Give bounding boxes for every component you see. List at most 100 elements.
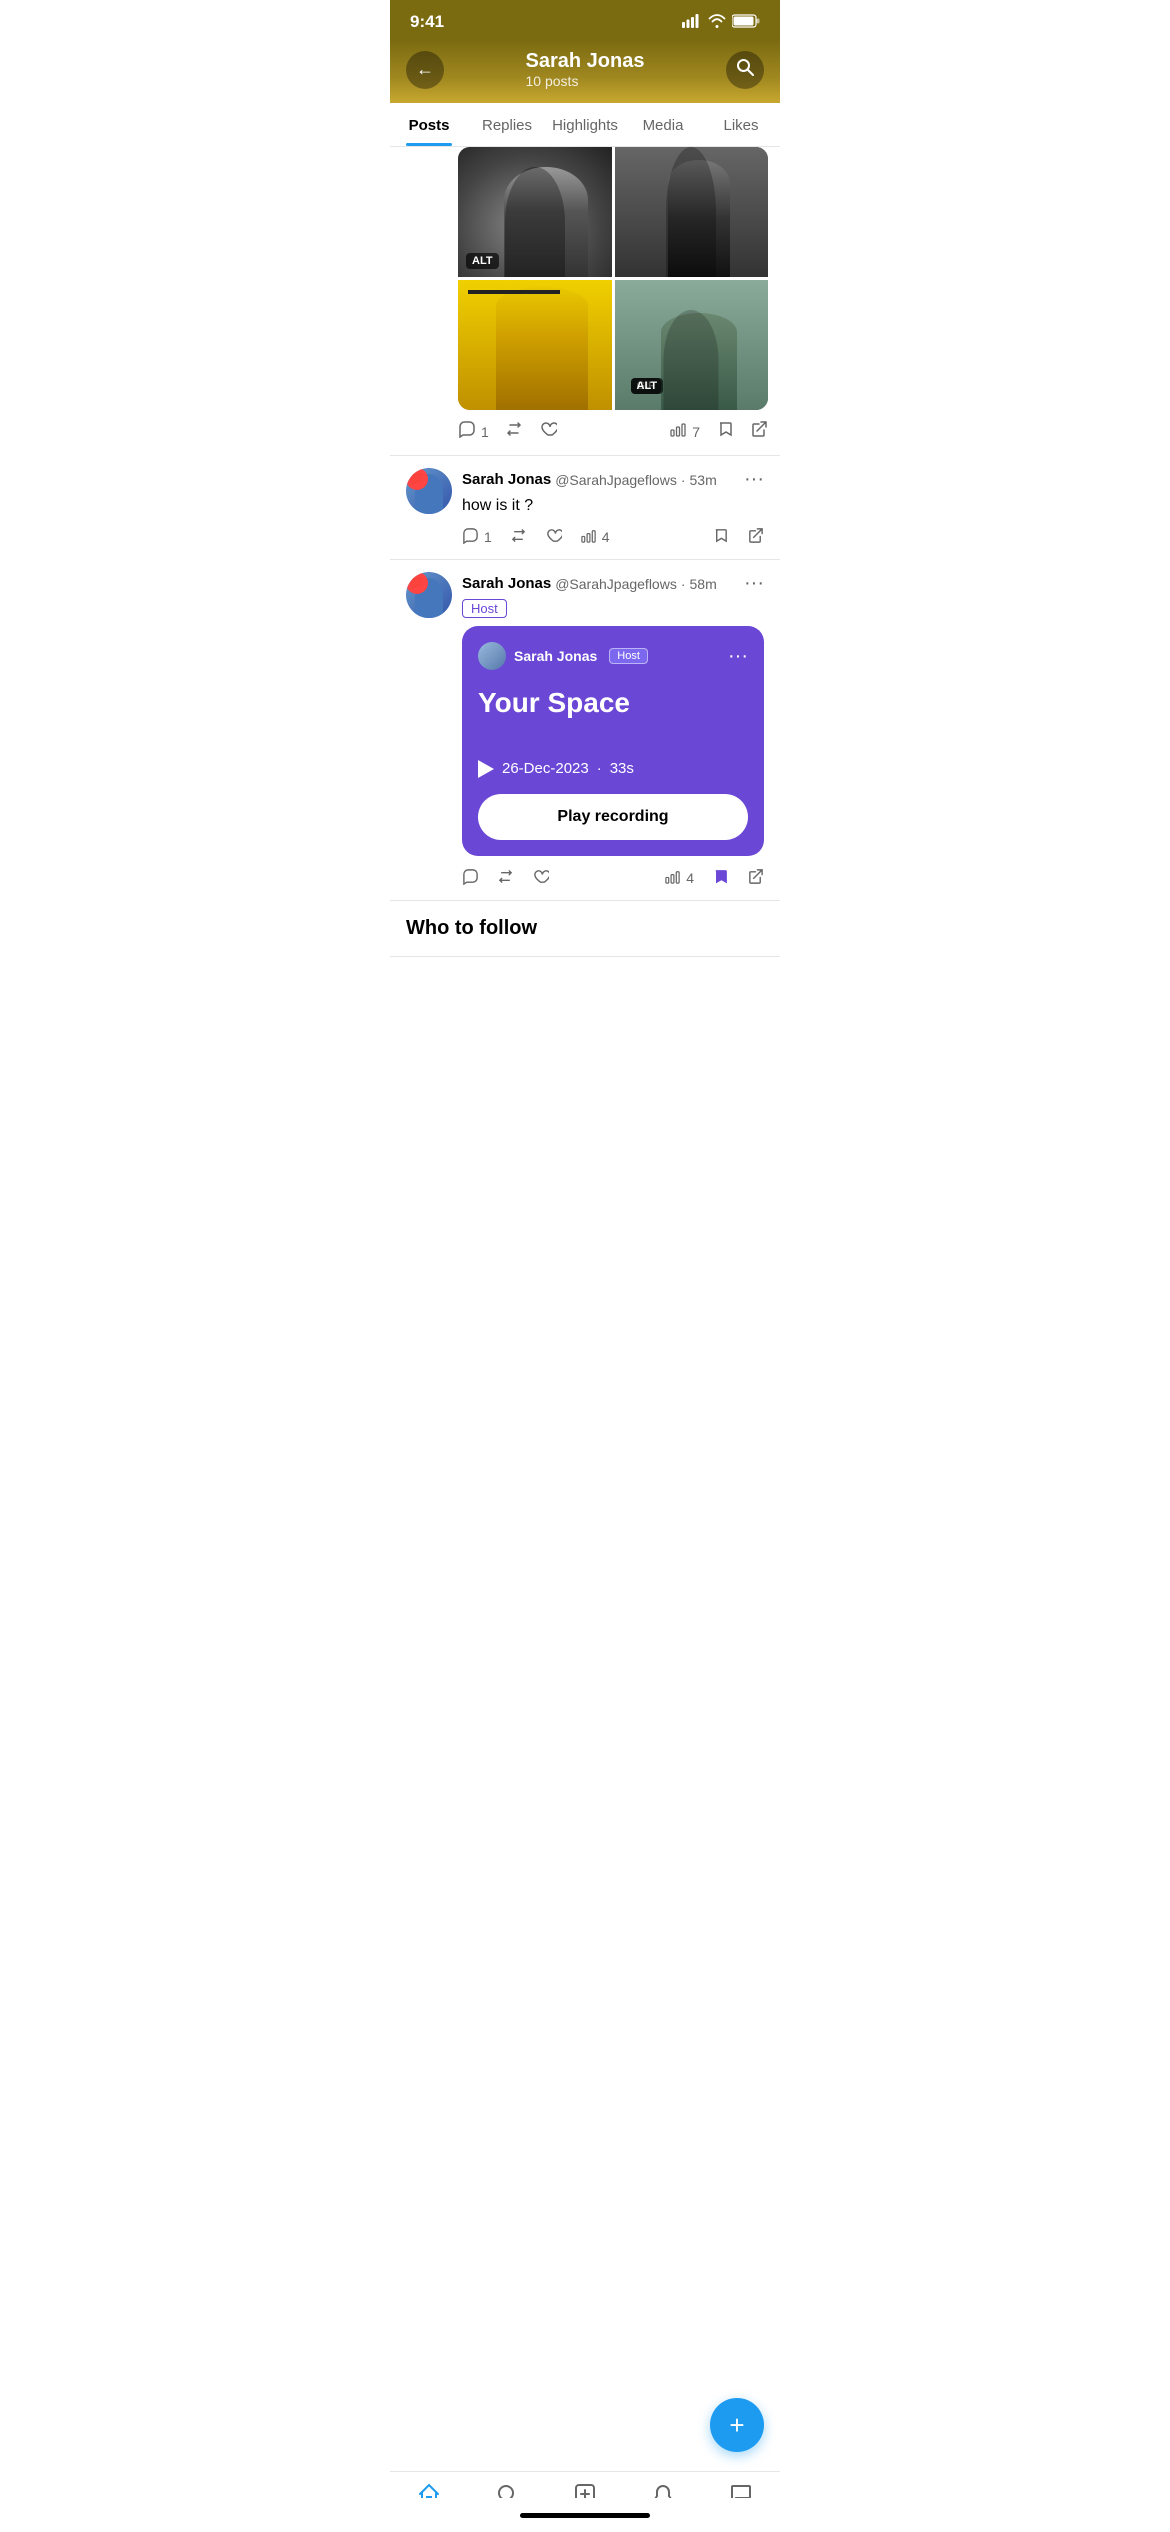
alt-badge: ALT <box>466 253 499 269</box>
tab-media[interactable]: Media <box>624 103 702 146</box>
reply-button[interactable] <box>462 868 479 888</box>
back-button[interactable]: ← <box>406 51 444 89</box>
like-button[interactable] <box>545 527 562 547</box>
share-button[interactable] <box>747 527 764 547</box>
space-title: Your Space <box>478 686 748 720</box>
analytics-button[interactable]: 4 <box>580 527 694 547</box>
share-icon <box>747 527 764 547</box>
like-button[interactable] <box>532 868 549 888</box>
space-separator: · <box>597 760 602 777</box>
heart-icon <box>532 868 549 888</box>
retweet-button[interactable] <box>505 420 523 443</box>
post-item-space: 💯 Sarah Jonas @SarahJpageflows · 58m ···… <box>390 560 780 901</box>
space-card[interactable]: Sarah Jonas Host ··· Your Space 26-Dec-2… <box>462 626 764 856</box>
play-icon <box>478 760 494 778</box>
search-icon <box>735 57 755 82</box>
post-image-grid: ALT GIF <box>458 147 768 410</box>
post-image[interactable] <box>458 280 612 410</box>
tab-likes[interactable]: Likes <box>702 103 780 146</box>
space-host-avatar <box>478 642 506 670</box>
post-time: · <box>681 576 686 592</box>
home-indicator <box>390 2498 780 2532</box>
post-author: Sarah Jonas <box>462 575 551 592</box>
bottom-spacer <box>390 957 780 1077</box>
post-actions: 4 <box>462 868 764 888</box>
share-icon <box>750 420 768 443</box>
analytics-icon <box>664 868 681 888</box>
share-icon <box>747 868 764 888</box>
alt-badge: ALT <box>631 378 664 394</box>
tab-replies[interactable]: Replies <box>468 103 546 146</box>
status-time: 9:41 <box>410 12 444 32</box>
plus-icon: + <box>729 2410 744 2441</box>
bookmark-icon <box>716 420 734 443</box>
post-image[interactable]: GIF ALT <box>615 280 769 410</box>
analytics-icon <box>669 420 687 443</box>
space-date: 26-Dec-2023 <box>502 760 589 777</box>
post-item: ALT GIF <box>390 147 780 456</box>
share-button[interactable] <box>747 868 764 888</box>
post-image[interactable] <box>615 147 769 277</box>
analytics-button[interactable]: 7 <box>669 420 700 443</box>
bookmark-button[interactable] <box>712 527 729 547</box>
post-handle: @SarahJpageflows <box>555 472 677 488</box>
status-icons <box>682 14 760 31</box>
space-card-header: Sarah Jonas Host ··· <box>478 642 748 670</box>
post-time: · <box>681 472 686 488</box>
avatar: 💯 <box>406 572 452 618</box>
more-options-button[interactable]: ··· <box>744 572 764 595</box>
bookmark-icon <box>712 527 729 547</box>
wifi-icon <box>708 14 726 31</box>
analytics-count: 4 <box>686 870 694 886</box>
play-recording-button[interactable]: Play recording <box>478 794 748 840</box>
bookmark-icon <box>712 868 729 888</box>
header: ← Sarah Jonas 10 posts <box>390 40 780 103</box>
signal-icon <box>682 14 702 31</box>
bookmark-button[interactable] <box>716 420 734 443</box>
post-meta: Sarah Jonas @SarahJpageflows · 58m <box>462 575 717 592</box>
search-button[interactable] <box>726 51 764 89</box>
retweet-icon <box>510 527 527 547</box>
reply-button[interactable]: 1 <box>462 527 492 547</box>
post-header: Sarah Jonas @SarahJpageflows · 58m ··· <box>462 572 764 595</box>
reply-button[interactable]: 1 <box>458 420 489 443</box>
battery-icon <box>732 14 760 31</box>
post-header: Sarah Jonas @SarahJpageflows · 53m ··· <box>462 468 764 491</box>
tab-highlights[interactable]: Highlights <box>546 103 624 146</box>
post-actions: 1 4 <box>462 527 764 547</box>
tab-posts[interactable]: Posts <box>390 103 468 146</box>
avatar: 💯 <box>406 468 452 514</box>
like-button[interactable] <box>539 420 557 443</box>
reply-icon <box>458 420 476 443</box>
retweet-button[interactable] <box>497 868 514 888</box>
analytics-icon <box>580 527 597 547</box>
heart-icon <box>539 420 557 443</box>
header-title: Sarah Jonas 10 posts <box>526 50 645 89</box>
analytics-button[interactable]: 4 <box>664 868 694 888</box>
post-body: Sarah Jonas @SarahJpageflows · 53m ··· h… <box>462 468 764 547</box>
home-pill <box>520 2513 650 2518</box>
retweet-button[interactable] <box>510 527 527 547</box>
tab-bar: Posts Replies Highlights Media Likes <box>390 103 780 147</box>
post-text: how is it ? <box>462 495 764 517</box>
reply-icon <box>462 527 479 547</box>
status-bar: 9:41 <box>390 0 780 40</box>
analytics-count: 7 <box>692 424 700 440</box>
share-button[interactable] <box>750 420 768 443</box>
post-author: Sarah Jonas <box>462 471 551 488</box>
post-image[interactable]: ALT <box>458 147 612 277</box>
post-time: 53m <box>690 472 717 488</box>
post-time: 58m <box>690 576 717 592</box>
compose-fab[interactable]: + <box>710 2398 764 2452</box>
who-to-follow-label: Who to follow <box>406 917 537 939</box>
avatar-badge: 💯 <box>406 468 428 490</box>
more-options-button[interactable]: ··· <box>744 468 764 491</box>
reply-count: 1 <box>481 424 489 440</box>
back-icon: ← <box>416 59 434 80</box>
feed: ALT GIF <box>390 147 780 1177</box>
space-more-button[interactable]: ··· <box>728 645 748 668</box>
reply-icon <box>462 868 479 888</box>
heart-icon <box>545 527 562 547</box>
bookmark-button[interactable] <box>712 868 729 888</box>
profile-name: Sarah Jonas <box>526 50 645 73</box>
